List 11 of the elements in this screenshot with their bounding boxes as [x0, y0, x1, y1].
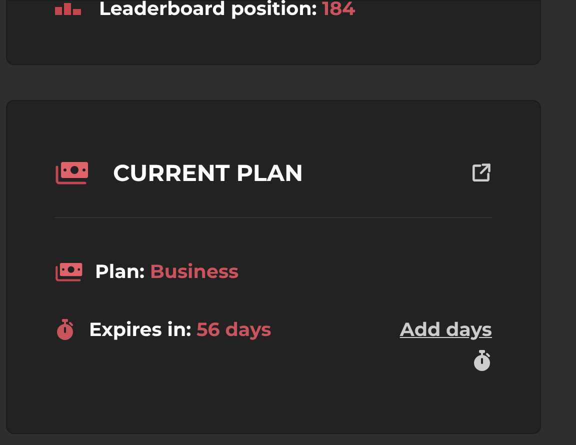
leaderboard-position: Leaderboard position: 184: [99, 0, 356, 18]
stopwatch-icon: [472, 350, 492, 372]
external-link-icon[interactable]: [470, 162, 492, 184]
stopwatch-icon: [55, 319, 75, 341]
bar-chart-icon: [55, 2, 81, 14]
add-days-link[interactable]: Add days: [400, 316, 492, 344]
card-title: CURRENT PLAN: [113, 158, 304, 189]
cash-icon: [55, 262, 83, 282]
expires-text: Expires in: 56 days: [89, 316, 272, 343]
cash-icon: [55, 161, 89, 186]
plan-text: Plan: Business: [95, 258, 239, 284]
